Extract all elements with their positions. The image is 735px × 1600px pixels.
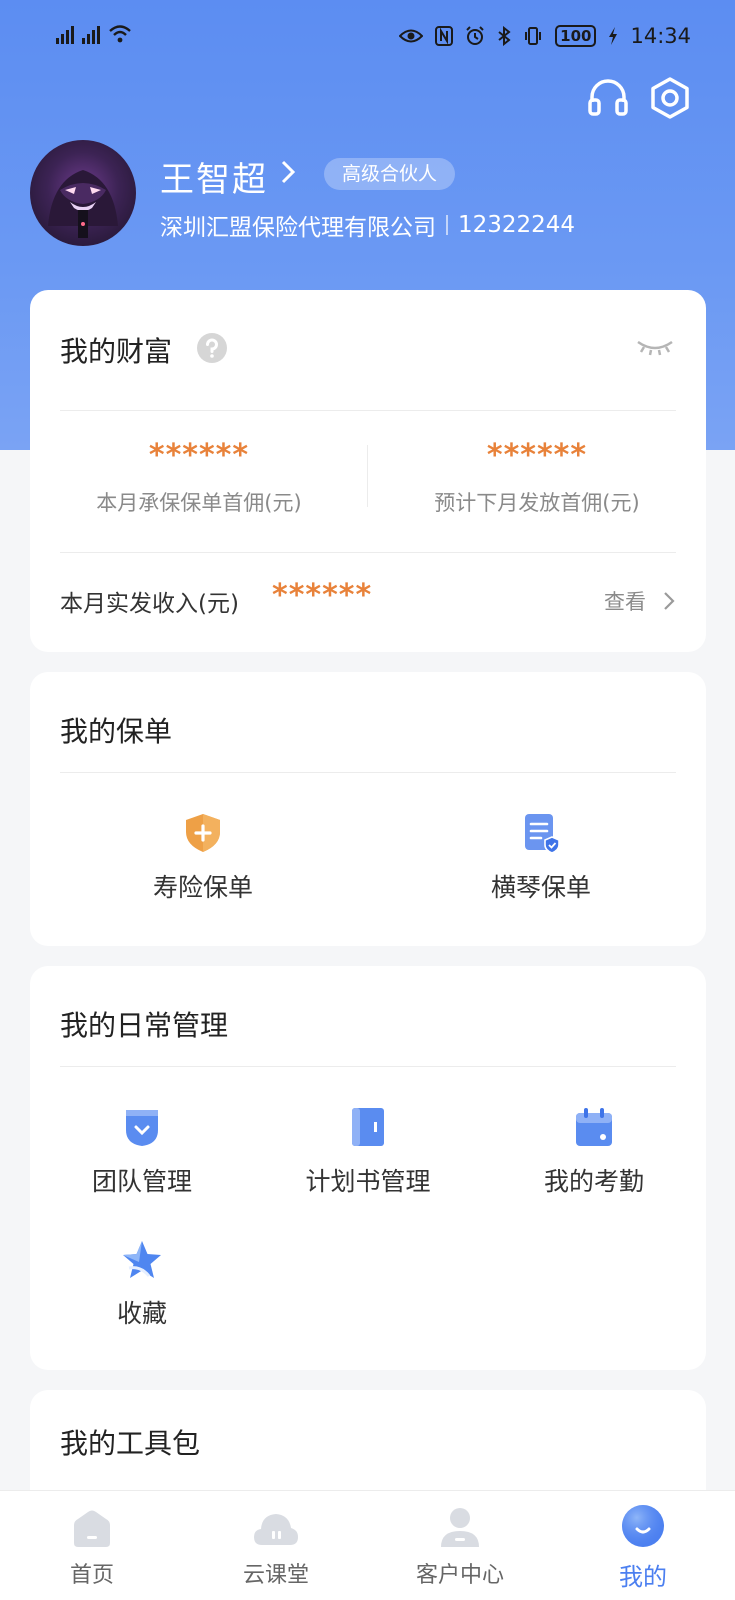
this-month-commission-label: 本月承保保单首佣(元) <box>96 491 302 515</box>
company-name: 深圳汇盟保险代理有限公司 <box>160 215 436 241</box>
tab-mine-label: 我的 <box>619 1563 667 1591</box>
hide-amount-eye-icon[interactable] <box>636 338 674 360</box>
level-badge: 高级合伙人 <box>324 158 456 190</box>
shield-plus-icon <box>186 814 220 852</box>
this-month-commission: ****** 本月承保保单首佣(元) <box>30 438 368 517</box>
clock: 14:34 <box>630 24 691 48</box>
cell-signal-2-icon <box>82 22 100 44</box>
customer-service-headset-icon[interactable] <box>586 76 630 120</box>
hengqin-policy-button[interactable]: 横琴保单 <box>456 812 626 904</box>
actual-income-row[interactable]: 本月实发收入(元) ****** 查看 <box>60 578 676 620</box>
divider <box>60 410 676 411</box>
help-question-icon[interactable] <box>196 332 228 364</box>
company-row: 深圳汇盟保险代理有限公司 12322244 <box>160 208 575 242</box>
team-pocket-icon <box>126 1110 158 1146</box>
tab-mine[interactable]: 我的 <box>563 1491 723 1592</box>
view-link[interactable]: 查看 <box>604 586 646 616</box>
calendar-icon <box>576 1108 612 1146</box>
star-icon <box>123 1241 161 1278</box>
hengqin-policy-label: 横琴保单 <box>490 873 591 902</box>
settings-gear-icon[interactable] <box>648 76 692 120</box>
daily-management-title: 我的日常管理 <box>60 1009 229 1042</box>
person-icon <box>441 1508 479 1547</box>
plan-book-management-button[interactable]: 计划书管理 <box>286 1106 450 1198</box>
divider <box>60 772 676 773</box>
wifi-icon <box>109 25 131 43</box>
favorites-label: 收藏 <box>116 1299 167 1328</box>
tab-cloud-classroom[interactable]: 云课堂 <box>196 1491 356 1589</box>
wealth-card: 我的财富 ****** 本月承保保单首佣(元) ****** 预计下月发放首佣(… <box>30 290 706 652</box>
divider <box>446 215 448 235</box>
plan-book-management-label: 计划书管理 <box>305 1167 431 1196</box>
favorites-button[interactable]: 收藏 <box>60 1238 224 1330</box>
next-month-commission-value: ****** <box>486 438 588 473</box>
policies-title: 我的保单 <box>60 715 173 748</box>
eye-icon <box>399 29 424 43</box>
toolkit-title: 我的工具包 <box>60 1427 201 1460</box>
next-month-commission-label: 预计下月发放首佣(元) <box>434 491 640 515</box>
nfc-icon <box>435 26 454 46</box>
tab-home-label: 首页 <box>69 1563 114 1588</box>
life-insurance-policy-label: 寿险保单 <box>152 873 253 902</box>
avatar[interactable] <box>30 140 136 246</box>
attendance-button[interactable]: 我的考勤 <box>512 1106 676 1198</box>
status-bar: 100 14:34 <box>0 0 735 78</box>
home-icon <box>74 1510 110 1547</box>
this-month-commission-value: ****** <box>148 438 250 473</box>
agent-id: 12322244 <box>458 212 576 238</box>
wealth-title: 我的财富 <box>60 335 173 368</box>
cell-signal-1-icon <box>56 22 74 44</box>
actual-income-value: ****** <box>272 578 373 613</box>
status-right: 100 14:34 <box>399 24 691 48</box>
team-management-label: 团队管理 <box>91 1167 192 1196</box>
vibrate-icon <box>525 27 542 45</box>
charging-icon <box>609 27 618 45</box>
actual-income-label: 本月实发收入(元) <box>60 591 239 617</box>
document-shield-icon <box>525 814 560 854</box>
policies-card: 我的保单 寿险保单 横琴保单 <box>30 672 706 946</box>
divider <box>60 1066 676 1067</box>
user-name[interactable]: 王智超 <box>160 152 268 201</box>
divider <box>60 552 676 553</box>
alarm-icon <box>466 26 484 45</box>
chevron-right-icon[interactable] <box>662 590 676 612</box>
plan-book-icon <box>352 1108 384 1146</box>
signal-indicators <box>56 22 132 44</box>
tab-customer-center[interactable]: 客户中心 <box>380 1491 540 1589</box>
next-month-commission: ****** 预计下月发放首佣(元) <box>368 438 706 517</box>
tab-cloud-classroom-label: 云课堂 <box>242 1563 309 1588</box>
tab-home[interactable]: 首页 <box>12 1491 172 1589</box>
chevron-right-icon[interactable] <box>280 158 296 186</box>
tab-customer-center-label: 客户中心 <box>415 1563 504 1588</box>
attendance-label: 我的考勤 <box>543 1167 644 1196</box>
cloud-icon <box>254 1514 298 1545</box>
bluetooth-icon <box>498 26 511 46</box>
life-insurance-policy-button[interactable]: 寿险保单 <box>118 812 288 904</box>
avatar-image <box>48 170 118 238</box>
battery-indicator: 100 <box>555 25 597 47</box>
bottom-tab-bar: 首页 云课堂 客户中心 我的 <box>0 1490 735 1600</box>
daily-management-card: 我的日常管理 团队管理 计划书管理 我的考勤 收藏 <box>30 966 706 1370</box>
team-management-button[interactable]: 团队管理 <box>60 1106 224 1198</box>
smile-icon <box>622 1505 664 1547</box>
